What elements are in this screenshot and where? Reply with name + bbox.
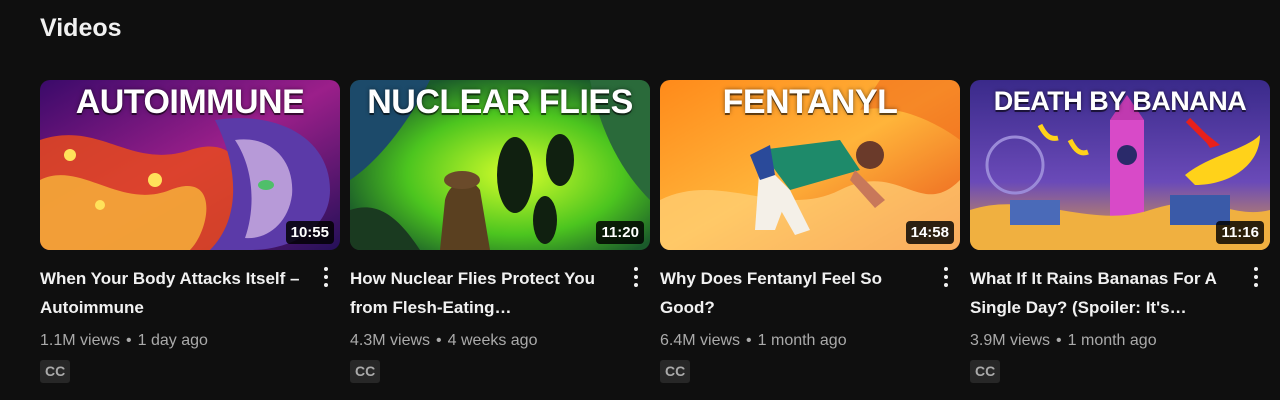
duration-badge: 14:58 <box>905 221 954 244</box>
video-card: AUTOIMMUNE 10:55 When Your Body Attacks … <box>40 80 340 383</box>
section-title: Videos <box>40 14 122 42</box>
upload-age: 1 day ago <box>137 332 208 349</box>
upload-age: 1 month ago <box>1067 332 1157 349</box>
thumbnail-title: NUCLEAR FLIES <box>367 83 633 121</box>
video-title[interactable]: How Nuclear Flies Protect You from Flesh… <box>350 264 620 322</box>
view-count: 1.1M views <box>40 332 121 349</box>
video-title[interactable]: What If It Rains Bananas For A Single Da… <box>970 264 1240 322</box>
video-title[interactable]: Why Does Fentanyl Feel So Good? <box>660 264 930 322</box>
duration-badge: 11:20 <box>596 221 644 244</box>
video-meta: How Nuclear Flies Protect You from Flesh… <box>350 250 650 383</box>
video-meta: When Your Body Attacks Itself – Autoimmu… <box>40 250 340 383</box>
video-stats: 4.3M views • 4 weeks ago <box>350 332 620 350</box>
cc-badge: CC <box>40 360 71 383</box>
separator: • <box>436 332 442 349</box>
vertical-ellipsis-icon[interactable] <box>318 263 334 291</box>
view-count: 6.4M views <box>660 332 741 349</box>
video-grid: AUTOIMMUNE 10:55 When Your Body Attacks … <box>40 80 1280 400</box>
video-title[interactable]: When Your Body Attacks Itself – Autoimmu… <box>40 264 310 322</box>
cc-badge: CC <box>970 360 1001 383</box>
video-card: FENTANYL 14:58 Why Does Fentanyl Feel So… <box>660 80 960 383</box>
view-count: 3.9M views <box>970 332 1051 349</box>
video-thumbnail[interactable]: NUCLEAR FLIES 11:20 <box>350 80 650 250</box>
video-thumbnail[interactable]: AUTOIMMUNE 10:55 <box>40 80 340 250</box>
video-stats: 1.1M views • 1 day ago <box>40 332 310 350</box>
video-stats: 3.9M views • 1 month ago <box>970 332 1240 350</box>
thumbnail-title: AUTOIMMUNE <box>75 83 305 121</box>
video-meta: What If It Rains Bananas For A Single Da… <box>970 250 1270 383</box>
vertical-ellipsis-icon[interactable] <box>1248 263 1264 291</box>
duration-badge: 11:16 <box>1216 221 1264 244</box>
duration-badge: 10:55 <box>285 221 334 244</box>
vertical-ellipsis-icon[interactable] <box>938 263 954 291</box>
cc-badge: CC <box>350 360 381 383</box>
separator: • <box>126 332 132 349</box>
vertical-ellipsis-icon[interactable] <box>628 263 644 291</box>
separator: • <box>1056 332 1062 349</box>
view-count: 4.3M views <box>350 332 431 349</box>
video-card: NUCLEAR FLIES 11:20 How Nuclear Flies Pr… <box>350 80 650 383</box>
video-stats: 6.4M views • 1 month ago <box>660 332 930 350</box>
upload-age: 4 weeks ago <box>447 332 538 349</box>
separator: • <box>746 332 752 349</box>
cc-badge: CC <box>660 360 691 383</box>
video-card: DEATH BY BANANA 11:16 What If It Rains B… <box>970 80 1270 383</box>
video-thumbnail[interactable]: FENTANYL 14:58 <box>660 80 960 250</box>
video-meta: Why Does Fentanyl Feel So Good? 6.4M vie… <box>660 250 960 383</box>
thumbnail-title: FENTANYL <box>722 83 898 121</box>
thumbnail-title: DEATH BY BANANA <box>993 86 1247 116</box>
upload-age: 1 month ago <box>757 332 847 349</box>
video-thumbnail[interactable]: DEATH BY BANANA 11:16 <box>970 80 1270 250</box>
